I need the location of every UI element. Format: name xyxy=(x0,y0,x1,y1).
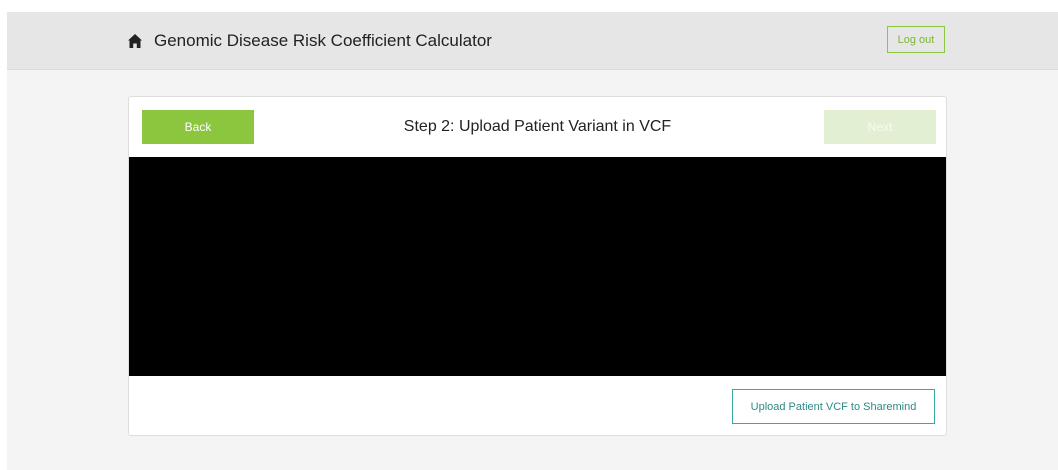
app-title: Genomic Disease Risk Coefficient Calcula… xyxy=(154,31,492,50)
next-button: Next xyxy=(824,110,936,144)
home-icon[interactable] xyxy=(127,33,143,49)
vcf-content-area xyxy=(129,157,946,376)
logout-button[interactable]: Log out xyxy=(887,26,945,53)
wizard-card: Back Step 2: Upload Patient Variant in V… xyxy=(128,96,947,436)
top-navbar: Genomic Disease Risk Coefficient Calcula… xyxy=(7,12,1058,70)
upload-vcf-button[interactable]: Upload Patient VCF to Sharemind xyxy=(732,389,935,424)
